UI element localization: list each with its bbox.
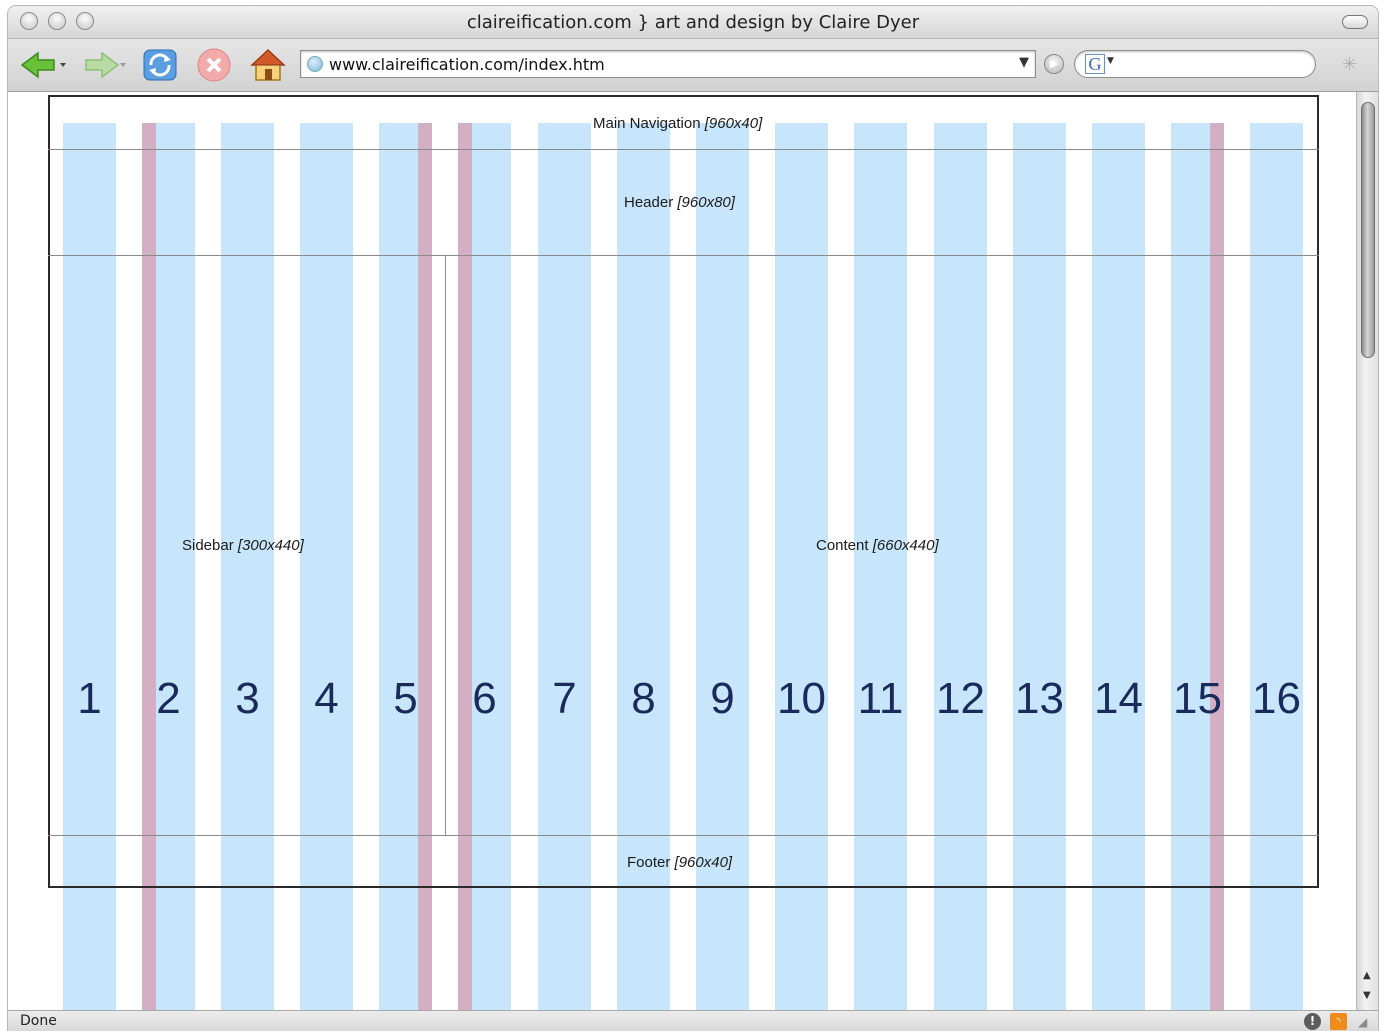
resize-grip-icon[interactable]: ◢ [1358, 1015, 1372, 1029]
window-title: claireification.com } art and design by … [466, 12, 920, 33]
column-number: 1 [77, 674, 102, 723]
page-viewport: Main Navigation [960x40] Header [960x80]… [8, 92, 1356, 1010]
header-region: Header [960x80] [624, 194, 735, 211]
status-bar: Done ! ◝ ◢ [8, 1010, 1378, 1031]
forward-button[interactable] [80, 47, 130, 83]
history-dropdown-icon[interactable]: ▼ [1019, 55, 1029, 70]
column-number: 8 [631, 674, 656, 723]
home-icon [250, 48, 286, 81]
column-number: 10 [777, 674, 826, 723]
forward-arrow-icon [85, 51, 126, 79]
column-number: 7 [552, 674, 577, 723]
column-number: 11 [857, 674, 904, 723]
main-navigation-region: Main Navigation [960x40] [593, 115, 762, 132]
navigation-toolbar: www.claireification.com/index.htm ▼ ▶ G … [8, 39, 1378, 92]
region-size: [960x40] [704, 115, 763, 132]
go-icon[interactable]: ▶ [1044, 54, 1064, 74]
region-label: Content [816, 537, 869, 554]
vertical-scrollbar[interactable]: ▲ ▼ [1356, 92, 1378, 1010]
layout-frame [48, 95, 1319, 888]
sidebar-divider [445, 255, 446, 835]
column-number: 3 [235, 674, 260, 723]
column-number: 5 [393, 674, 418, 723]
stop-button[interactable] [194, 47, 234, 83]
region-size: [960x40] [674, 854, 733, 871]
stop-icon [197, 48, 231, 82]
column-number: 14 [1094, 674, 1143, 723]
address-text: www.claireification.com/index.htm [329, 55, 605, 74]
column-number: 13 [1015, 674, 1064, 723]
region-label: Main Navigation [593, 115, 701, 132]
region-size: [300x440] [237, 537, 304, 554]
reload-button[interactable] [140, 47, 180, 83]
footer-region: Footer [960x40] [627, 854, 732, 871]
column-number: 6 [472, 674, 497, 723]
column-number: 9 [710, 674, 735, 723]
column-number: 4 [314, 674, 339, 723]
column-number: 12 [936, 674, 985, 723]
status-text: Done [20, 1013, 57, 1029]
scroll-up-arrow-icon[interactable]: ▲ [1363, 970, 1371, 981]
region-label: Footer [627, 854, 671, 871]
region-size: [960x80] [677, 194, 735, 211]
scroll-down-arrow-icon[interactable]: ▼ [1363, 990, 1371, 1001]
header-divider [48, 255, 1319, 256]
toolbar-toggle-button[interactable] [1342, 15, 1368, 29]
title-bar: claireification.com } art and design by … [8, 6, 1378, 39]
google-icon[interactable]: G [1085, 54, 1105, 74]
scrollbar-thumb[interactable] [1361, 102, 1375, 358]
rss-icon[interactable]: ◝ [1330, 1013, 1347, 1030]
column-number: 16 [1252, 674, 1301, 723]
footer-divider [48, 835, 1319, 836]
column-number: 15 [1173, 674, 1222, 723]
home-button[interactable] [248, 47, 288, 83]
region-size: [660x440] [872, 537, 939, 554]
back-button[interactable] [18, 47, 70, 83]
region-label: Sidebar [182, 537, 234, 554]
throbber-icon: ✳ [1342, 54, 1358, 75]
sidebar-region: Sidebar [300x440] [182, 537, 304, 554]
region-label: Header [624, 194, 674, 211]
address-bar[interactable]: www.claireification.com/index.htm ▼ [300, 50, 1036, 78]
content-region: Content [660x440] [816, 537, 939, 554]
browser-window: claireification.com } art and design by … [8, 6, 1378, 1031]
globe-icon [307, 56, 323, 72]
back-arrow-icon [20, 51, 66, 79]
info-icon[interactable]: ! [1304, 1013, 1321, 1030]
search-engine-dropdown-icon[interactable]: ▼ [1107, 56, 1114, 66]
reload-icon [143, 49, 177, 81]
column-number: 2 [156, 674, 181, 723]
nav-divider [48, 149, 1319, 150]
search-field[interactable]: G ▼ [1074, 50, 1316, 78]
